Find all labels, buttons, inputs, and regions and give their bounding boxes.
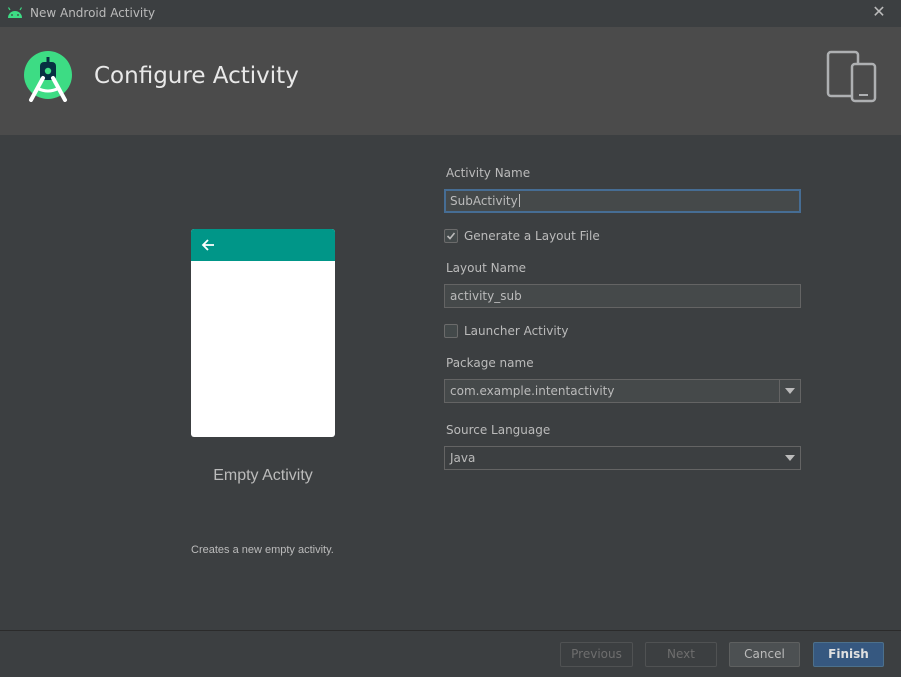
chevron-down-icon[interactable] — [785, 388, 795, 394]
template-name: Empty Activity — [213, 467, 313, 484]
launcher-activity-label: Launcher Activity — [464, 324, 569, 338]
devices-icon — [826, 50, 877, 103]
next-button[interactable]: Next — [645, 642, 717, 667]
package-name-combobox[interactable]: com.example.intentactivity — [444, 379, 801, 403]
footer-divider — [0, 630, 901, 631]
launcher-activity-checkbox[interactable] — [444, 324, 458, 338]
android-icon — [7, 7, 23, 18]
window-title: New Android Activity — [30, 6, 156, 20]
previous-button[interactable]: Previous — [560, 642, 633, 667]
layout-name-field[interactable]: activity_sub — [444, 284, 801, 308]
source-language-value: Java — [450, 451, 476, 465]
cancel-button[interactable]: Cancel — [729, 642, 800, 667]
combobox-divider — [779, 380, 780, 402]
package-name-label: Package name — [446, 356, 534, 370]
text-caret — [518, 194, 520, 207]
finish-button[interactable]: Finish — [813, 642, 884, 667]
activity-preview — [191, 229, 335, 437]
source-language-label: Source Language — [446, 423, 551, 437]
generate-layout-label: Generate a Layout File — [464, 229, 600, 243]
page-title: Configure Activity — [94, 63, 299, 89]
window-titlebar: New Android Activity ✕ — [0, 0, 901, 27]
preview-appbar — [191, 229, 335, 261]
close-icon[interactable]: ✕ — [871, 4, 887, 20]
activity-name-field[interactable]: SubActivity — [444, 189, 801, 213]
layout-name-label: Layout Name — [446, 261, 527, 275]
activity-name-value: SubActivity — [450, 194, 518, 208]
template-description: Creates a new empty activity. — [191, 544, 334, 556]
layout-name-value: activity_sub — [450, 289, 522, 303]
activity-name-label: Activity Name — [446, 166, 531, 180]
dialog-header: Configure Activity — [0, 27, 901, 135]
chevron-down-icon — [785, 455, 795, 461]
source-language-select[interactable]: Java — [444, 446, 801, 470]
android-studio-logo-icon — [24, 51, 72, 102]
checkmark-icon — [446, 232, 456, 240]
generate-layout-checkbox[interactable] — [444, 229, 458, 243]
back-arrow-icon — [201, 239, 214, 251]
package-name-value: com.example.intentactivity — [450, 384, 615, 398]
